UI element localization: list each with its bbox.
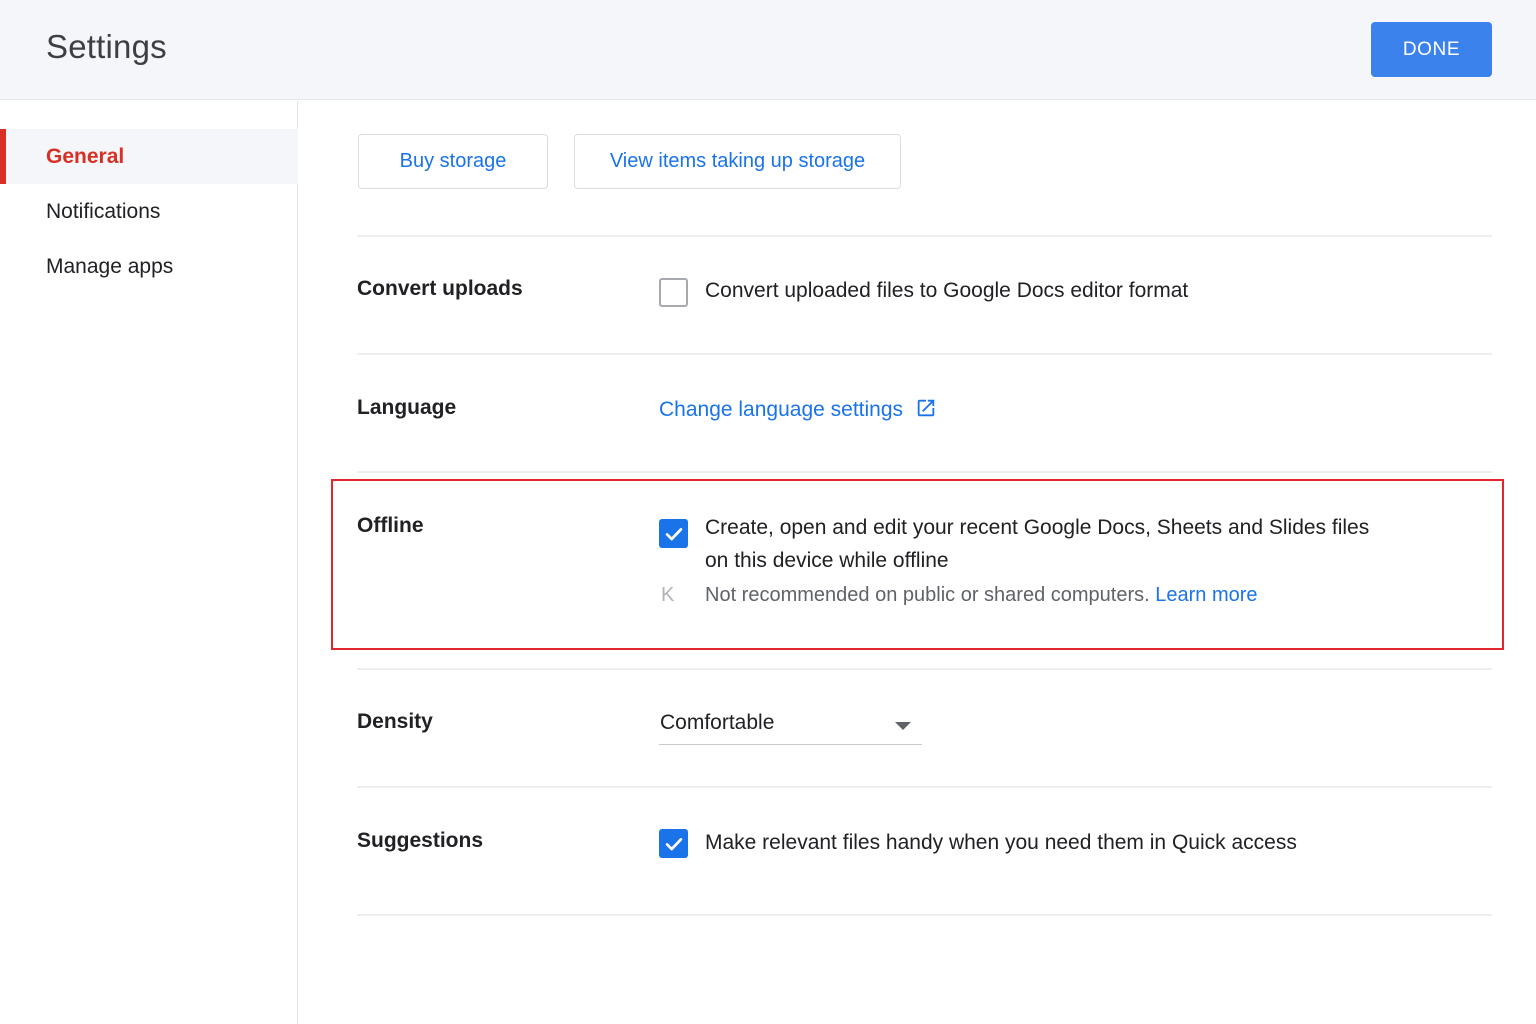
- divider: [357, 353, 1492, 355]
- checkmark-icon: [665, 527, 682, 540]
- sidebar-item-general[interactable]: General: [0, 129, 298, 184]
- offline-label: Offline: [357, 514, 424, 537]
- divider: [357, 471, 1492, 473]
- sidebar-item-manage-apps[interactable]: Manage apps: [0, 239, 298, 294]
- offline-note-text: Not recommended on public or shared comp…: [705, 584, 1150, 606]
- learn-more-link[interactable]: Learn more: [1155, 584, 1257, 606]
- open-in-new-icon: [917, 399, 935, 417]
- page-title: Settings: [46, 28, 167, 65]
- change-language-link[interactable]: Change language settings: [659, 397, 937, 422]
- view-storage-items-button[interactable]: View items taking up storage: [574, 134, 901, 189]
- divider: [357, 914, 1492, 916]
- offline-note: Not recommended on public or shared comp…: [705, 584, 1258, 607]
- dropdown-arrow-icon: [895, 722, 911, 730]
- offline-text-line1: Create, open and edit your recent Google…: [705, 516, 1370, 539]
- suggestions-label: Suggestions: [357, 829, 484, 852]
- change-language-link-label: Change language settings: [659, 398, 904, 421]
- done-button[interactable]: DONE: [1371, 22, 1492, 77]
- sidebar-item-label: Notifications: [46, 199, 161, 223]
- suggestions-text: Make relevant files handy when you need …: [705, 831, 1297, 854]
- density-select[interactable]: Comfortable: [659, 703, 922, 745]
- language-label: Language: [357, 396, 457, 419]
- sidebar: General Notifications Manage apps: [0, 101, 298, 1024]
- header-bar: Settings DONE: [0, 0, 1536, 100]
- density-select-value: Comfortable: [660, 711, 775, 734]
- sidebar-item-label: General: [46, 144, 125, 168]
- info-mark-icon: K: [661, 584, 675, 606]
- convert-uploads-label: Convert uploads: [357, 277, 523, 300]
- buy-storage-button[interactable]: Buy storage: [358, 134, 548, 189]
- offline-checkbox[interactable]: [659, 519, 688, 548]
- convert-uploads-checkbox[interactable]: [659, 278, 688, 307]
- divider: [357, 786, 1492, 788]
- suggestions-checkbox[interactable]: [659, 829, 688, 858]
- convert-uploads-text: Convert uploaded files to Google Docs ed…: [705, 279, 1189, 302]
- density-label: Density: [357, 710, 433, 733]
- offline-text-line2: on this device while offline: [705, 549, 949, 572]
- sidebar-item-notifications[interactable]: Notifications: [0, 184, 298, 239]
- divider: [357, 235, 1492, 237]
- divider: [357, 668, 1492, 670]
- checkmark-icon: [665, 837, 682, 850]
- sidebar-item-label: Manage apps: [46, 254, 174, 278]
- settings-panel: Buy storage View items taking up storage…: [299, 101, 1536, 1024]
